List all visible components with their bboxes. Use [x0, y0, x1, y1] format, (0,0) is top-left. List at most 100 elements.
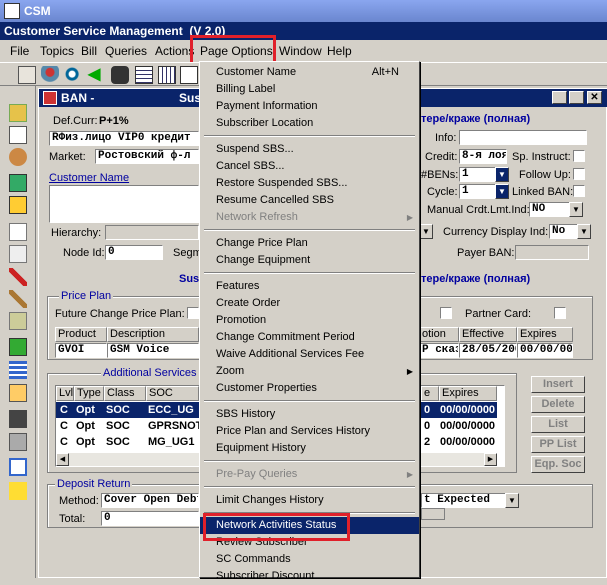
menu-subscriber-location[interactable]: Subscriber Location	[200, 115, 419, 132]
credit-label: Credit:	[425, 151, 458, 163]
menu-queries[interactable]: Queries	[105, 44, 147, 58]
pp-list-button[interactable]: PP List	[531, 436, 585, 453]
stack-icon[interactable]	[9, 361, 27, 379]
table-icon[interactable]	[158, 66, 176, 84]
menu-features[interactable]: Features	[200, 278, 419, 295]
currency-display-field[interactable]: No	[549, 224, 579, 239]
menu-customer-name[interactable]: Customer Name Alt+N	[200, 64, 419, 81]
effective-cell: 28/05/2007	[459, 343, 517, 358]
maximize-button[interactable]	[569, 91, 584, 104]
market-label: Market:	[49, 151, 86, 163]
menu-billing-label[interactable]: Billing Label	[200, 81, 419, 98]
price-plan-right-checkbox[interactable]	[440, 307, 452, 319]
description-cell: GSM Voice	[107, 343, 199, 358]
scroll-right-button[interactable]: ▶	[484, 453, 497, 466]
transfer-icon[interactable]	[9, 312, 27, 330]
manual-crdt-dropdown[interactable]: ▼	[569, 202, 583, 217]
monitor-icon[interactable]	[9, 174, 27, 192]
eqp-soc-button[interactable]: Eqp. Soc	[531, 456, 585, 473]
green-doc-icon[interactable]	[9, 338, 27, 356]
menu-help[interactable]: Help	[327, 44, 352, 58]
menu-restore-suspended-sbs[interactable]: Restore Suspended SBS...	[200, 175, 419, 192]
menu-bill[interactable]: Bill	[81, 44, 97, 58]
menu-sbs-history[interactable]: SBS History	[200, 406, 419, 423]
price-plan-group-label: Price Plan	[59, 290, 114, 302]
menu-waive-additional-services-fee[interactable]: Waive Additional Services Fee	[200, 346, 419, 363]
menu-file[interactable]: File	[10, 44, 29, 58]
agent-icon[interactable]	[111, 66, 129, 84]
menu-subscriber-discount[interactable]: Subscriber Discount	[200, 568, 419, 585]
expected-dropdown[interactable]: ▼	[505, 493, 519, 508]
currency-display-dropdown[interactable]: ▼	[577, 224, 591, 239]
menu-promotion[interactable]: Promotion	[200, 312, 419, 329]
window-icon[interactable]	[9, 458, 27, 476]
menu-equipment-history[interactable]: Equipment History	[200, 440, 419, 457]
menu-limit-changes-history[interactable]: Limit Changes History	[200, 492, 419, 509]
menu-resume-cancelled-sbs[interactable]: Resume Cancelled SBS	[200, 192, 419, 209]
menu-payment-information[interactable]: Payment Information	[200, 98, 419, 115]
partner-card-checkbox[interactable]	[554, 307, 566, 319]
menu-sc-commands[interactable]: SC Commands	[200, 551, 419, 568]
method-field[interactable]: Cover Open Debt	[101, 493, 199, 508]
bens-field[interactable]: 1	[459, 167, 497, 182]
menu-change-price-plan[interactable]: Change Price Plan	[200, 235, 419, 252]
pencil-icon[interactable]	[9, 290, 27, 308]
deposit-return-label: Deposit Return	[55, 478, 133, 490]
network-icon[interactable]	[9, 148, 27, 166]
search-icon[interactable]	[64, 66, 82, 84]
svc-col-soc: SOC	[146, 386, 199, 401]
user-icon[interactable]	[41, 66, 59, 84]
linked-ban-checkbox[interactable]	[573, 185, 585, 197]
scroll-left-button[interactable]: ◀	[56, 453, 69, 466]
info-field[interactable]	[459, 130, 587, 145]
sp-instruct-checkbox[interactable]	[573, 150, 585, 162]
menu-topics[interactable]: Topics	[40, 44, 74, 58]
future-change-checkbox[interactable]	[187, 307, 199, 319]
menu-suspend-sbs[interactable]: Suspend SBS...	[200, 141, 419, 158]
total-field: 0	[101, 511, 199, 526]
customer-name-field[interactable]	[49, 185, 199, 223]
grid-icon[interactable]	[135, 66, 153, 84]
chart-icon[interactable]	[9, 482, 27, 500]
document-icon[interactable]	[9, 126, 27, 144]
hierarchy-field	[105, 225, 199, 240]
properties-icon[interactable]	[18, 66, 36, 84]
open-folder-icon[interactable]	[9, 104, 27, 122]
card-icon[interactable]	[9, 384, 27, 402]
menu-cancel-sbs[interactable]: Cancel SBS...	[200, 158, 419, 175]
menu-change-commitment-period[interactable]: Change Commitment Period	[200, 329, 419, 346]
page-icon[interactable]	[9, 223, 27, 241]
menu-pre-pay-queries: Pre-Pay Queries ▶	[200, 466, 419, 483]
cycle-dropdown[interactable]: ▼	[495, 184, 509, 199]
svc-expires: 00/00/0000	[440, 404, 496, 416]
close-button[interactable]: ✕	[587, 91, 602, 104]
menu-customer-properties[interactable]: Customer Properties	[200, 380, 419, 397]
save-icon[interactable]	[9, 410, 27, 428]
people-icon[interactable]	[9, 196, 27, 214]
menu-zoom[interactable]: Zoom ▶	[200, 363, 419, 380]
total-label: Total:	[59, 513, 86, 525]
delete-button[interactable]: Delete	[531, 396, 585, 413]
menu-actions[interactable]: Actions	[155, 44, 194, 58]
currency-left-dropdown[interactable]: ▼	[419, 224, 433, 239]
manual-crdt-field[interactable]: NO	[529, 202, 571, 217]
menu-change-equipment[interactable]: Change Equipment	[200, 252, 419, 269]
back-arrow-icon[interactable]: ◀	[88, 66, 106, 84]
printer-icon[interactable]	[9, 433, 27, 451]
bens-dropdown[interactable]: ▼	[495, 167, 509, 182]
follow-up-checkbox[interactable]	[573, 168, 585, 180]
menu-separator	[204, 400, 415, 402]
svc-e: 0	[424, 420, 431, 432]
cycle-field[interactable]: 1	[459, 184, 497, 199]
minimize-button[interactable]	[552, 91, 567, 104]
menu-price-plan-services-history[interactable]: Price Plan and Services History	[200, 423, 419, 440]
menu-create-order[interactable]: Create Order	[200, 295, 419, 312]
tool-icon[interactable]	[9, 268, 27, 286]
menu-window[interactable]: Window	[279, 44, 322, 58]
page2-icon[interactable]	[9, 245, 27, 263]
list-icon[interactable]	[180, 66, 198, 84]
payer-ban-label: Payer BAN:	[457, 247, 515, 259]
bens-label: #BENs:	[421, 169, 459, 181]
list-button[interactable]: List	[531, 416, 585, 433]
insert-button[interactable]: Insert	[531, 376, 585, 393]
